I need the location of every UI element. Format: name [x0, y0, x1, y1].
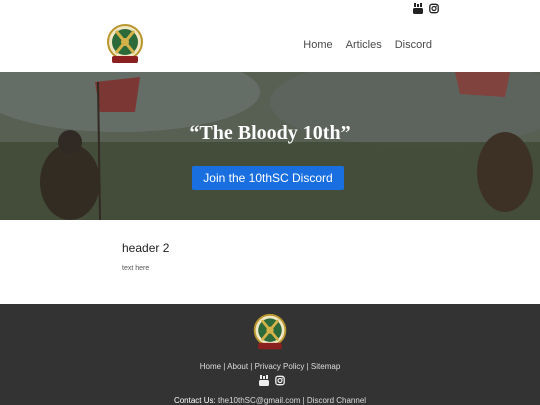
footer-link-home[interactable]: Home — [200, 362, 221, 371]
footer-logo[interactable] — [251, 312, 289, 352]
youtube-icon[interactable] — [259, 375, 269, 386]
contact-email-link[interactable]: the10thSC@gmail.com — [218, 396, 300, 405]
site-footer: Home | About | Privacy Policy | Sitemap … — [0, 304, 540, 405]
nav-home[interactable]: Home — [303, 39, 332, 51]
instagram-icon[interactable] — [429, 3, 439, 14]
nav-articles[interactable]: Articles — [346, 39, 382, 51]
content-section: header 2 text here — [0, 220, 540, 304]
top-social-links — [413, 3, 439, 14]
discord-channel-link[interactable]: Discord Channel — [307, 396, 366, 405]
footer-links: Home | About | Privacy Policy | Sitemap — [0, 362, 540, 371]
site-header: Home Articles Discord — [0, 20, 540, 72]
main-nav: Home Articles Discord — [303, 39, 432, 51]
hero-banner: “The Bloody 10th” Join the 10thSC Discor… — [0, 72, 540, 220]
instagram-icon[interactable] — [275, 375, 285, 386]
hero-overlay — [0, 72, 540, 220]
youtube-icon[interactable] — [413, 3, 423, 14]
contact-label: Contact Us: — [173, 396, 216, 405]
section-body: text here — [122, 265, 150, 272]
section-heading: header 2 — [122, 241, 170, 255]
footer-link-privacy[interactable]: Privacy Policy — [255, 362, 305, 371]
footer-contact: Contact Us: the10thSC@gmail.com | Discor… — [0, 396, 540, 405]
footer-social-links — [259, 375, 285, 386]
hero-title: “The Bloody 10th” — [189, 122, 351, 144]
join-discord-button[interactable]: Join the 10thSC Discord — [192, 166, 344, 190]
footer-link-about[interactable]: About — [227, 362, 248, 371]
regiment-logo[interactable] — [104, 22, 146, 66]
footer-link-sitemap[interactable]: Sitemap — [311, 362, 340, 371]
top-bar — [0, 0, 540, 20]
nav-discord[interactable]: Discord — [395, 39, 432, 51]
